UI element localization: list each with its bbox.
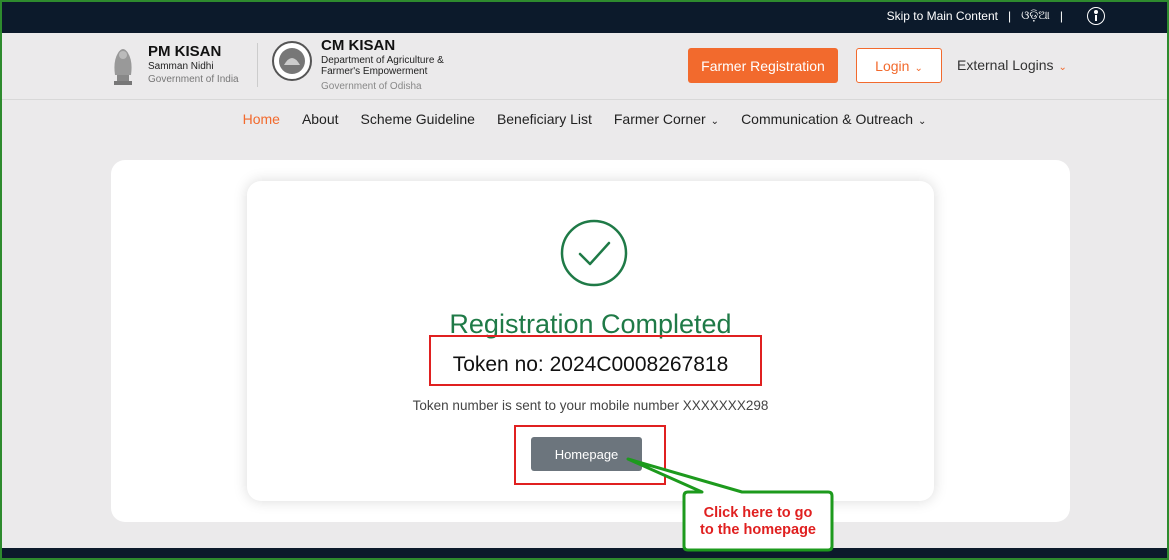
divider — [257, 43, 258, 87]
footer-bar — [0, 548, 1169, 560]
pm-kisan-subtitle: Samman Nidhi — [148, 61, 214, 72]
nav-item-home[interactable]: Home — [243, 111, 280, 127]
india-emblem-icon — [114, 49, 132, 85]
divider: | — [1059, 8, 1063, 23]
external-logins-label: External Logins — [957, 57, 1054, 73]
accessibility-icon[interactable] — [1087, 7, 1105, 25]
callout-text: Click here to go to the homepage — [699, 505, 816, 538]
homepage-highlight-box — [514, 425, 666, 485]
nav-item-about[interactable]: About — [302, 111, 339, 127]
cm-kisan-department: Department of Agriculture & Farmer's Emp… — [321, 55, 444, 77]
chevron-down-icon: ⌄ — [710, 116, 720, 127]
success-check-icon — [560, 219, 628, 287]
skip-to-main-link[interactable]: Skip to Main Content — [887, 9, 998, 23]
cm-kisan-government: Government of Odisha — [321, 81, 422, 92]
token-highlight-box — [429, 335, 762, 386]
chevron-down-icon: ⌄ — [918, 116, 927, 127]
divider: | — [1007, 8, 1012, 23]
nav-item-scheme-guideline[interactable]: Scheme Guideline — [361, 111, 475, 127]
pm-kisan-government: Government of India — [148, 74, 239, 85]
cm-kisan-title: CM KISAN — [321, 37, 396, 54]
top-utility-bar: Skip to Main Content | ଓଡ଼ିଆ | — [0, 0, 1169, 33]
site-header: PM KISAN Samman Nidhi Government of Indi… — [0, 33, 1169, 100]
farmer-registration-button[interactable]: Farmer Registration — [688, 48, 838, 83]
login-button[interactable]: Login ⌄ — [856, 48, 942, 83]
odisha-emblem-icon — [272, 41, 312, 81]
token-sent-note: Token number is sent to your mobile numb… — [412, 398, 769, 413]
nav-item-communication-outreach[interactable]: Communication & Outreach ⌄ — [741, 111, 926, 127]
chevron-down-icon: ⌄ — [1058, 62, 1067, 73]
external-logins-menu[interactable]: External Logins ⌄ — [957, 57, 1067, 73]
main-navigation: Home About Scheme Guideline Beneficiary … — [0, 100, 1169, 136]
login-label: Login — [875, 57, 910, 74]
nav-item-farmer-corner[interactable]: Farmer Corner ⌄ — [614, 111, 719, 127]
odia-language-link[interactable]: ଓଡ଼ିଆ — [1021, 8, 1050, 23]
pm-kisan-title: PM KISAN — [148, 43, 222, 60]
nav-item-beneficiary-list[interactable]: Beneficiary List — [497, 111, 592, 127]
chevron-down-icon: ⌄ — [914, 62, 923, 74]
